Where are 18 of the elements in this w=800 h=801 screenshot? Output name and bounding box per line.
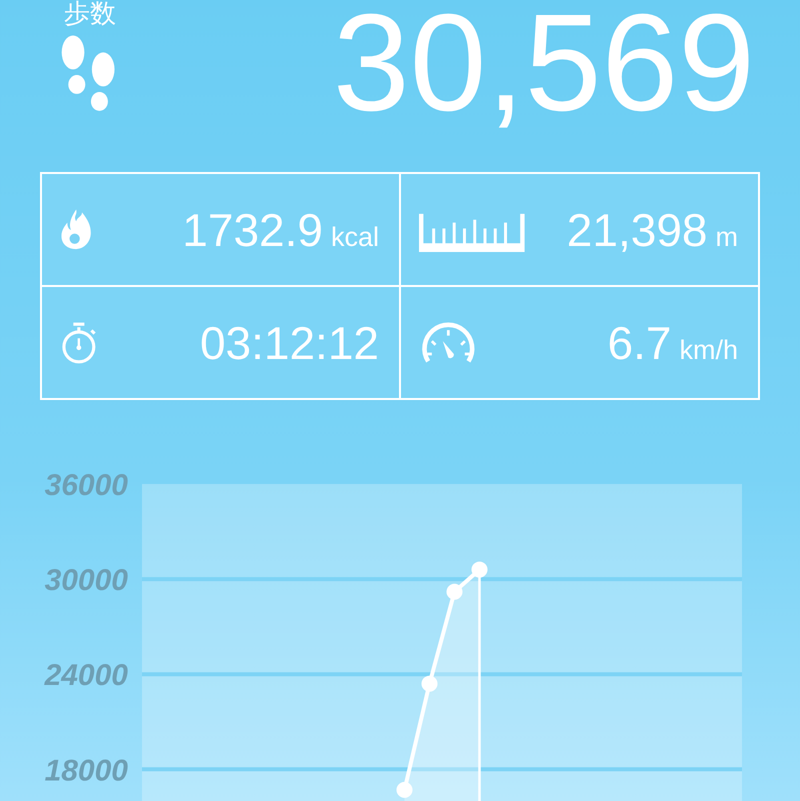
axis-label: 36000 — [44, 471, 128, 502]
axis-label: 30000 — [44, 564, 128, 598]
stat-value: 1732.9 — [182, 202, 323, 256]
data-point — [396, 782, 412, 798]
steps-label: 歩数 — [64, 0, 116, 28]
axis-label: 18000 — [44, 754, 128, 788]
step-count: 30,569 — [332, 0, 755, 132]
stat-unit: m — [716, 222, 738, 252]
stat-unit: kcal — [330, 222, 379, 252]
stat-value: 6.7 — [608, 316, 672, 370]
data-point — [472, 562, 488, 578]
stat-value: 21,398 — [566, 202, 708, 256]
flame-icon — [60, 208, 92, 252]
data-point — [422, 676, 438, 692]
stat-unit: km/h — [679, 334, 738, 366]
data-point — [446, 584, 462, 600]
axis-label: 24000 — [44, 659, 128, 692]
stat-value: 03:12:12 — [200, 316, 379, 370]
